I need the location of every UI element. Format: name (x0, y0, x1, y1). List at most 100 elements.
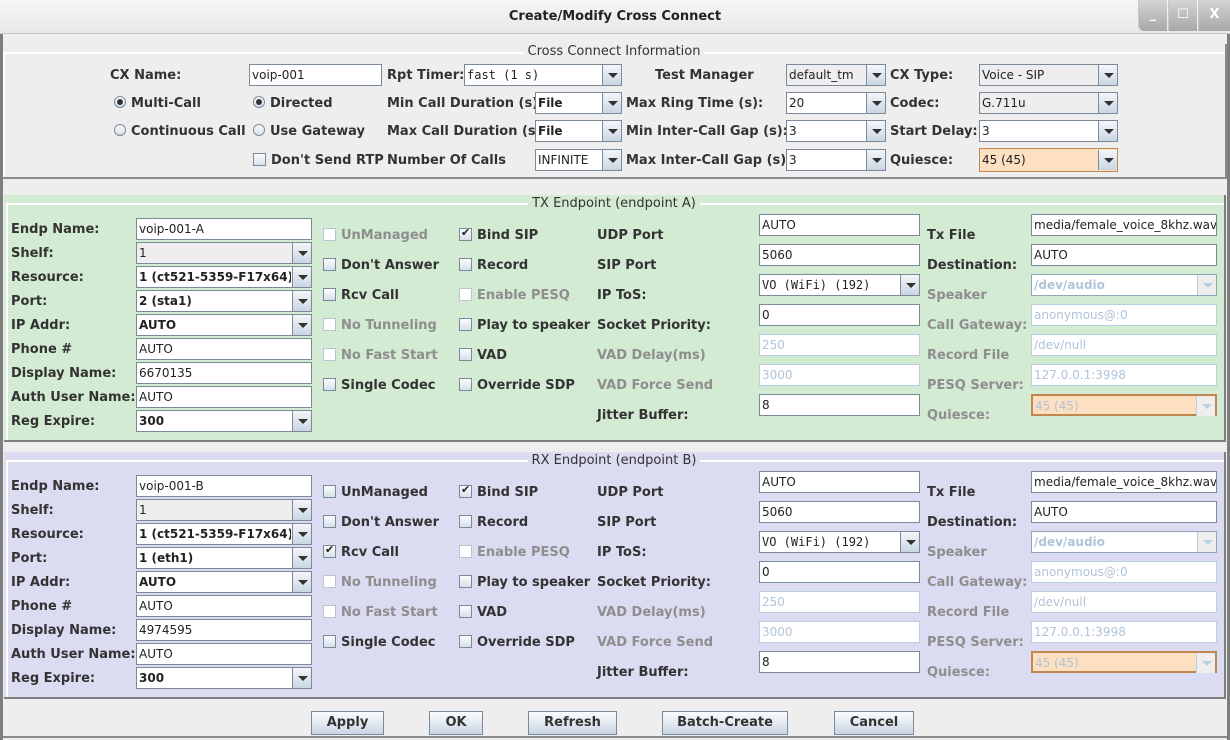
refresh-button[interactable]: Refresh (528, 711, 617, 735)
bind-sip-checkbox[interactable]: Bind SIP (459, 226, 538, 243)
cx-type-select[interactable]: Voice - SIP (979, 64, 1118, 86)
call-gateway-input[interactable]: anonymous@:0 (1031, 561, 1217, 583)
tx-file-input[interactable]: media/female_voice_8khz.wav (1031, 471, 1217, 493)
phone-input[interactable]: AUTO (136, 595, 312, 617)
bind-sip-checkbox[interactable]: Bind SIP (459, 483, 538, 500)
vad-checkbox[interactable]: VAD (459, 348, 507, 363)
auth-user-name-input[interactable]: AUTO (136, 643, 312, 665)
phone-input[interactable]: AUTO (136, 338, 312, 360)
minimize-button[interactable]: _ (1138, 0, 1167, 31)
vad-delay-input[interactable]: 250 (759, 334, 920, 356)
jitter-buffer-input[interactable]: 8 (759, 394, 920, 416)
udp-port-input[interactable]: AUTO (759, 471, 920, 493)
chevron-down-icon[interactable] (1098, 93, 1117, 113)
chevron-down-icon[interactable] (866, 121, 885, 141)
socket-priority-input[interactable]: 0 (759, 561, 920, 583)
chevron-down-icon[interactable] (292, 500, 311, 520)
batch-create-button[interactable]: Batch-Create (662, 711, 788, 735)
chevron-down-icon[interactable] (292, 411, 311, 431)
pesq-server-input[interactable]: 127.0.0.1:3998 (1031, 621, 1217, 643)
rcv-call-checkbox[interactable]: Rcv Call (323, 543, 399, 560)
record-file-input[interactable]: /dev/null (1031, 591, 1217, 613)
record-checkbox[interactable]: Record (459, 258, 528, 273)
chevron-down-icon[interactable] (292, 315, 311, 335)
resource-select[interactable]: 1 (ct521-5359-F17x64) (136, 266, 312, 288)
single-codec-checkbox[interactable]: Single Codec (323, 378, 435, 393)
start-delay-select[interactable]: 3 (979, 120, 1118, 142)
sip-port-input[interactable]: 5060 (759, 244, 920, 266)
endp-name-input[interactable]: voip-001-B (136, 475, 312, 497)
reg-expire-select[interactable]: 300 (136, 667, 312, 689)
chevron-down-icon[interactable] (1196, 653, 1215, 673)
destination-input[interactable]: AUTO (1031, 244, 1217, 266)
override-sdp-checkbox[interactable]: Override SDP (459, 635, 575, 650)
quiesce-select[interactable]: 45 (45) (979, 148, 1118, 172)
port-select[interactable]: 2 (sta1) (136, 290, 312, 312)
tx-file-input[interactable]: media/female_voice_8khz.wav (1031, 214, 1217, 236)
chevron-down-icon[interactable] (1098, 121, 1117, 141)
chevron-down-icon[interactable] (1098, 150, 1117, 170)
resource-select[interactable]: 1 (ct521-5359-F17x64) (136, 523, 312, 545)
rcv-call-checkbox[interactable]: Rcv Call (323, 288, 399, 303)
use-gateway-radio[interactable]: Use Gateway (253, 124, 365, 139)
directed-radio[interactable]: Directed (253, 96, 333, 111)
record-checkbox[interactable]: Record (459, 515, 528, 530)
apply-button[interactable]: Apply (311, 711, 384, 735)
dont-answer-checkbox[interactable]: Don't Answer (323, 258, 439, 273)
chevron-down-icon[interactable] (292, 243, 311, 263)
multi-call-radio[interactable]: Multi-Call (114, 96, 201, 111)
max-inter-call-gap-select[interactable]: 3 (786, 149, 886, 171)
chevron-down-icon[interactable] (1197, 275, 1216, 295)
chevron-down-icon[interactable] (866, 93, 885, 113)
rpt-timer-select[interactable]: fast (1 s) (464, 64, 622, 86)
destination-input[interactable]: AUTO (1031, 501, 1217, 523)
play-to-speaker-checkbox[interactable]: Play to speaker (459, 318, 590, 333)
display-name-input[interactable]: 6670135 (136, 362, 312, 384)
chevron-down-icon[interactable] (602, 121, 621, 141)
pesq-server-input[interactable]: 127.0.0.1:3998 (1031, 364, 1217, 386)
vad-force-send-input[interactable]: 3000 (759, 364, 920, 386)
codec-select[interactable]: G.711u (979, 92, 1118, 114)
chevron-down-icon[interactable] (900, 532, 919, 552)
chevron-down-icon[interactable] (866, 150, 885, 170)
port-select[interactable]: 1 (eth1) (136, 547, 312, 569)
display-name-input[interactable]: 4974595 (136, 619, 312, 641)
chevron-down-icon[interactable] (292, 548, 311, 568)
endp-name-input[interactable]: voip-001-A (136, 218, 312, 240)
override-sdp-checkbox[interactable]: Override SDP (459, 378, 575, 393)
ip-addr-select[interactable]: AUTO (136, 571, 312, 593)
endpoint-quiesce-select[interactable]: 45 (45) (1031, 394, 1217, 416)
maximize-button[interactable]: ☐ (1168, 0, 1197, 31)
cancel-button[interactable]: Cancel (834, 711, 914, 735)
dont-answer-checkbox[interactable]: Don't Answer (323, 515, 439, 530)
max-call-duration-select[interactable]: File (535, 120, 622, 142)
ip-addr-select[interactable]: AUTO (136, 314, 312, 336)
chevron-down-icon[interactable] (900, 275, 919, 295)
vad-checkbox[interactable]: VAD (459, 605, 507, 620)
call-gateway-input[interactable]: anonymous@:0 (1031, 304, 1217, 326)
shelf-select[interactable]: 1 (136, 499, 312, 521)
chevron-down-icon[interactable] (602, 65, 621, 85)
test-manager-select[interactable]: default_tm (786, 64, 886, 86)
min-call-duration-select[interactable]: File (535, 92, 622, 114)
chevron-down-icon[interactable] (1197, 532, 1216, 552)
number-of-calls-select[interactable]: INFINITE (535, 149, 622, 171)
chevron-down-icon[interactable] (292, 572, 311, 592)
jitter-buffer-input[interactable]: 8 (759, 651, 920, 673)
chevron-down-icon[interactable] (292, 524, 311, 544)
chevron-down-icon[interactable] (602, 150, 621, 170)
record-file-input[interactable]: /dev/null (1031, 334, 1217, 356)
chevron-down-icon[interactable] (602, 93, 621, 113)
chevron-down-icon[interactable] (292, 267, 311, 287)
min-inter-call-gap-select[interactable]: 3 (786, 120, 886, 142)
reg-expire-select[interactable]: 300 (136, 410, 312, 432)
chevron-down-icon[interactable] (866, 65, 885, 85)
continuous-call-radio[interactable]: Continuous Call (114, 124, 246, 139)
play-to-speaker-checkbox[interactable]: Play to speaker (459, 575, 590, 590)
speaker-select[interactable]: /dev/audio (1031, 531, 1217, 553)
single-codec-checkbox[interactable]: Single Codec (323, 635, 435, 650)
close-button[interactable]: X (1198, 0, 1230, 31)
unmanaged-checkbox[interactable]: UnManaged (323, 485, 428, 500)
shelf-select[interactable]: 1 (136, 242, 312, 264)
ok-button[interactable]: OK (429, 711, 483, 735)
